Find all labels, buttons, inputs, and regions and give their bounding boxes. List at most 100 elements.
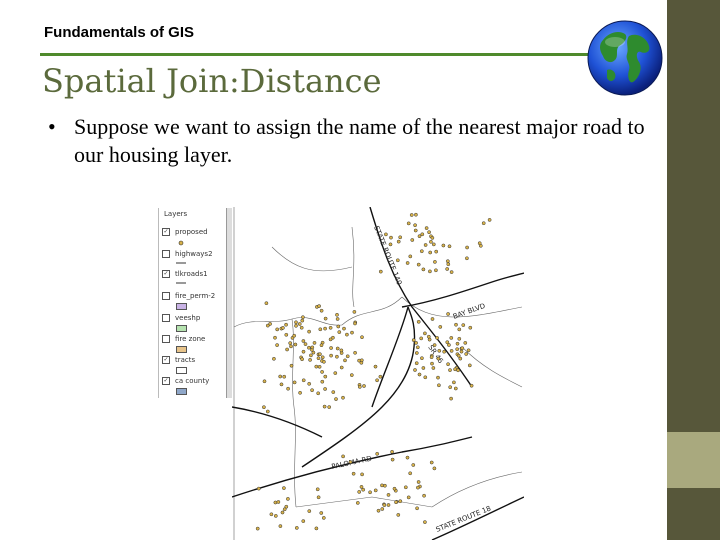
- legend-item-county[interactable]: ✓ ca county: [162, 377, 209, 385]
- house-point: [299, 325, 304, 330]
- house-point: [445, 267, 450, 271]
- house-point: [355, 501, 360, 505]
- house-point: [282, 374, 287, 379]
- layer-checkbox[interactable]: ✓: [162, 356, 170, 364]
- house-point: [292, 333, 297, 338]
- house-point: [428, 269, 432, 274]
- house-point: [348, 460, 353, 464]
- house-point: [350, 330, 354, 335]
- house-point: [392, 486, 397, 491]
- house-point: [416, 480, 421, 484]
- house-point: [297, 322, 302, 326]
- house-point: [319, 308, 324, 313]
- house-point: [442, 349, 447, 354]
- house-point: [396, 239, 401, 244]
- house-point: [341, 395, 345, 400]
- house-point: [275, 343, 279, 347]
- house-point: [432, 466, 437, 471]
- layer-checkbox[interactable]: [162, 314, 170, 322]
- house-point: [316, 391, 321, 396]
- house-point: [420, 356, 424, 361]
- house-point: [411, 463, 416, 467]
- legend-item-tracts[interactable]: ✓ tracts: [162, 356, 195, 364]
- house-point: [459, 349, 464, 354]
- house-point: [320, 370, 324, 374]
- house-point: [454, 322, 458, 327]
- house-point: [353, 321, 357, 326]
- house-point: [416, 485, 420, 490]
- house-point: [456, 368, 460, 373]
- house-point: [376, 508, 381, 513]
- bullet-marker: •: [48, 114, 56, 139]
- house-point: [292, 380, 297, 385]
- house-point: [293, 342, 298, 347]
- house-point: [414, 361, 419, 366]
- house-point: [301, 339, 306, 343]
- house-point: [317, 304, 321, 308]
- polygon-symbol-icon: [176, 303, 187, 310]
- legend-item-fire-perm[interactable]: fire_perm-2: [162, 292, 215, 300]
- house-point: [434, 268, 438, 273]
- house-point: [341, 454, 345, 459]
- house-point: [461, 323, 466, 327]
- house-point: [359, 360, 364, 365]
- layer-checkbox[interactable]: ✓: [162, 228, 170, 236]
- house-point: [329, 353, 333, 358]
- house-point: [429, 355, 434, 360]
- house-point: [413, 228, 418, 233]
- layer-checkbox[interactable]: [162, 292, 170, 300]
- house-point: [457, 327, 462, 332]
- house-point: [375, 378, 379, 383]
- house-point: [307, 509, 312, 513]
- house-point: [431, 242, 436, 247]
- house-point: [423, 243, 428, 247]
- house-point: [301, 378, 306, 383]
- house-point: [262, 379, 267, 384]
- sidebar-decoration-bottom: [667, 488, 720, 540]
- house-point: [421, 366, 426, 370]
- house-point: [336, 324, 341, 329]
- house-point: [409, 213, 414, 217]
- house-point: [352, 310, 357, 314]
- house-point: [467, 363, 472, 368]
- house-point: [423, 520, 427, 524]
- legend-item-veeshp[interactable]: veeshp: [162, 314, 200, 322]
- house-point: [415, 345, 420, 350]
- globe-icon: [587, 20, 663, 96]
- house-point: [278, 374, 283, 379]
- house-point: [416, 319, 421, 324]
- house-point: [289, 363, 294, 368]
- map-background: [232, 207, 524, 540]
- course-header: Fundamentals of GIS: [44, 24, 195, 41]
- legend-item-proposed[interactable]: ✓ proposed: [162, 228, 208, 236]
- house-point: [384, 232, 388, 237]
- house-point: [465, 256, 469, 261]
- legend-item-roads[interactable]: ✓ tlkroads1: [162, 270, 208, 278]
- house-point: [300, 318, 305, 323]
- house-point: [275, 327, 280, 332]
- house-point: [449, 396, 453, 401]
- legend-item-highways[interactable]: highways2: [162, 250, 213, 258]
- house-point: [353, 350, 357, 355]
- house-point: [386, 493, 391, 497]
- legend-item-fire-zone[interactable]: fire zone: [162, 335, 205, 343]
- house-point: [481, 221, 486, 226]
- house-point: [320, 355, 325, 360]
- layer-legend-panel: Layers ✓ proposed highways2 ✓ tlkroads1 fi…: [158, 208, 232, 540]
- layer-checkbox[interactable]: ✓: [162, 270, 170, 278]
- house-point: [307, 381, 312, 386]
- house-point: [429, 239, 433, 244]
- house-point: [294, 323, 298, 328]
- layer-checkbox[interactable]: [162, 250, 170, 258]
- house-point: [343, 358, 347, 363]
- house-point: [351, 471, 356, 476]
- house-point: [378, 269, 383, 274]
- house-point: [279, 382, 284, 387]
- layer-checkbox[interactable]: ✓: [162, 377, 170, 385]
- housing-roads-map[interactable]: STATE ROUTE 140 BAY BLVD SR 46 PALOMA RD…: [232, 207, 524, 540]
- house-point: [445, 340, 450, 345]
- house-point: [414, 212, 418, 217]
- house-point: [405, 261, 410, 265]
- layer-checkbox[interactable]: [162, 335, 170, 343]
- house-point: [316, 495, 321, 500]
